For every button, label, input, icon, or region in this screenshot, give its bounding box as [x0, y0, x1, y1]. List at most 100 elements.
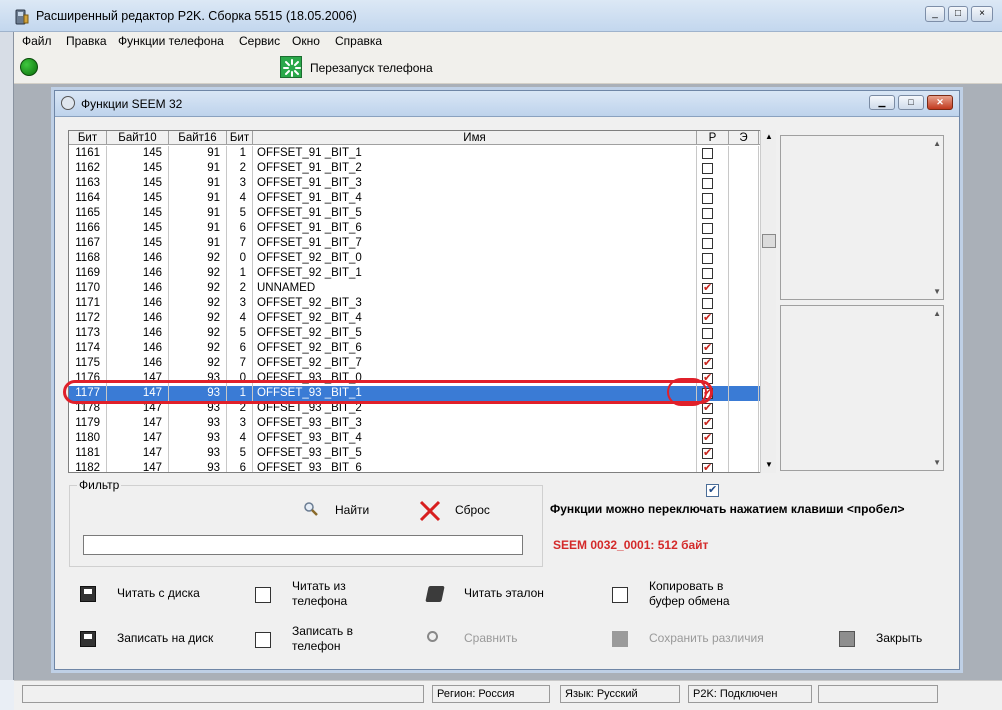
- row-checkbox[interactable]: [702, 386, 713, 401]
- restart-icon[interactable]: [280, 56, 302, 78]
- seem-functions-window: Функции SEEM 32 ▁ □ ✕ Бит Байт10 Байт16 …: [54, 90, 960, 670]
- col-p[interactable]: Р: [697, 131, 729, 145]
- cell-byte16: 93: [169, 386, 227, 401]
- grid-scrollbar[interactable]: ▲ ▼: [760, 130, 776, 473]
- row-checkbox[interactable]: [702, 223, 713, 234]
- row-checkbox[interactable]: [702, 253, 713, 264]
- table-row[interactable]: 1166 145 91 6 OFFSET_91 _BIT_6: [69, 221, 773, 236]
- panel2-down-arrow-icon[interactable]: ▼: [933, 458, 941, 467]
- menu-file[interactable]: Файл: [22, 34, 52, 48]
- table-row[interactable]: 1171 146 92 3 OFFSET_92 _BIT_3: [69, 296, 773, 311]
- table-row[interactable]: 1178 147 93 2 OFFSET_93 _BIT_2: [69, 401, 773, 416]
- cell-name: OFFSET_91 _BIT_5: [253, 206, 697, 221]
- table-row[interactable]: 1169 146 92 1 OFFSET_92 _BIT_1: [69, 266, 773, 281]
- cell-byte16: 92: [169, 296, 227, 311]
- row-checkbox[interactable]: [702, 178, 713, 189]
- table-row[interactable]: 1181 147 93 5 OFFSET_93 _BIT_5: [69, 446, 773, 461]
- row-checkbox[interactable]: [702, 446, 713, 461]
- maximize-button[interactable]: □: [948, 6, 968, 22]
- close-icon[interactable]: [417, 498, 443, 524]
- col-name[interactable]: Имя: [253, 131, 697, 145]
- row-checkbox[interactable]: [702, 298, 713, 309]
- row-checkbox[interactable]: [702, 356, 713, 371]
- col-e[interactable]: Э: [729, 131, 759, 145]
- menu-edit[interactable]: Правка: [66, 34, 107, 48]
- menu-help[interactable]: Справка: [335, 34, 382, 48]
- row-checkbox[interactable]: [702, 208, 713, 219]
- table-row[interactable]: 1180 147 93 4 OFFSET_93 _BIT_4: [69, 431, 773, 446]
- table-row[interactable]: 1175 146 92 7 OFFSET_92 _BIT_7: [69, 356, 773, 371]
- row-checkbox[interactable]: [702, 371, 713, 386]
- cell-byte16: 92: [169, 266, 227, 281]
- find-button[interactable]: Найти: [335, 503, 369, 517]
- row-checkbox[interactable]: [702, 431, 713, 446]
- table-row[interactable]: 1168 146 92 0 OFFSET_92 _BIT_0: [69, 251, 773, 266]
- row-checkbox[interactable]: [702, 461, 713, 472]
- cell-bit: 1176: [69, 371, 107, 386]
- restart-phone-button[interactable]: Перезапуск телефона: [310, 61, 433, 75]
- row-checkbox[interactable]: [702, 401, 713, 416]
- table-row[interactable]: 1176 147 93 0 OFFSET_93 _BIT_0: [69, 371, 773, 386]
- cell-bit: 1162: [69, 161, 107, 176]
- col-byte10[interactable]: Байт10: [107, 131, 169, 145]
- row-checkbox[interactable]: [702, 268, 713, 279]
- cell-byte10: 146: [107, 341, 169, 356]
- table-row[interactable]: 1162 145 91 2 OFFSET_91 _BIT_2: [69, 161, 773, 176]
- table-row[interactable]: 1163 145 91 3 OFFSET_91 _BIT_3: [69, 176, 773, 191]
- scroll-up-icon[interactable]: ▲: [765, 132, 773, 141]
- panel-down-arrow-icon[interactable]: ▼: [933, 287, 941, 296]
- table-row[interactable]: 1173 146 92 5 OFFSET_92 _BIT_5: [69, 326, 773, 341]
- table-row[interactable]: 1177 147 93 1 OFFSET_93 _BIT_1: [69, 386, 773, 401]
- row-checkbox[interactable]: [702, 148, 713, 159]
- close-window-button[interactable]: ×: [971, 6, 993, 22]
- row-checkbox[interactable]: [702, 163, 713, 174]
- cell-e: [729, 281, 759, 296]
- table-row[interactable]: 1182 147 93 6 OFFSET_93 _BIT_6: [69, 461, 773, 472]
- menu-service[interactable]: Сервис: [239, 34, 280, 48]
- cell-bit: 1165: [69, 206, 107, 221]
- col-bit[interactable]: Бит: [69, 131, 107, 145]
- minimize-button[interactable]: _: [925, 6, 945, 22]
- cell-bit: 1169: [69, 266, 107, 281]
- table-row[interactable]: 1179 147 93 3 OFFSET_93 _BIT_3: [69, 416, 773, 431]
- child-close-button[interactable]: ✕: [927, 95, 953, 110]
- panel-up-arrow-icon[interactable]: ▲: [933, 139, 941, 148]
- cell-byte10: 146: [107, 281, 169, 296]
- cell-byte10: 147: [107, 386, 169, 401]
- col-byte16[interactable]: Байт16: [169, 131, 227, 145]
- reset-button[interactable]: Сброс: [455, 503, 490, 517]
- scroll-thumb[interactable]: [762, 234, 776, 248]
- child-maximize-button[interactable]: □: [898, 95, 924, 110]
- child-minimize-button[interactable]: ▁: [869, 95, 895, 110]
- table-row[interactable]: 1172 146 92 4 OFFSET_92 _BIT_4: [69, 311, 773, 326]
- table-row[interactable]: 1170 146 92 2 UNNAMED: [69, 281, 773, 296]
- space-toggle-checkbox[interactable]: [706, 483, 719, 497]
- search-icon[interactable]: [303, 501, 319, 517]
- row-checkbox[interactable]: [702, 311, 713, 326]
- read-phone-label-1: Читать из: [292, 579, 346, 593]
- col-bit-index[interactable]: Бит: [227, 131, 253, 145]
- seem-info-label: SEEM 0032_0001: 512 байт: [553, 538, 709, 552]
- row-checkbox[interactable]: [702, 328, 713, 339]
- table-row[interactable]: 1164 145 91 4 OFFSET_91 _BIT_4: [69, 191, 773, 206]
- row-checkbox[interactable]: [702, 341, 713, 356]
- menu-window[interactable]: Окно: [292, 34, 320, 48]
- cell-byte16: 92: [169, 311, 227, 326]
- row-checkbox[interactable]: [702, 193, 713, 204]
- table-row[interactable]: 1167 145 91 7 OFFSET_91 _BIT_7: [69, 236, 773, 251]
- cell-byte10: 147: [107, 461, 169, 472]
- filter-input[interactable]: [83, 535, 523, 555]
- row-checkbox[interactable]: [702, 281, 713, 296]
- cell-byte10: 145: [107, 176, 169, 191]
- table-row[interactable]: 1161 145 91 1 OFFSET_91 _BIT_1: [69, 146, 773, 161]
- row-checkbox[interactable]: [702, 238, 713, 249]
- bits-grid[interactable]: Бит Байт10 Байт16 Бит Имя Р Э 1161 145 91 1…: [68, 130, 774, 473]
- row-checkbox[interactable]: [702, 416, 713, 431]
- panel2-up-arrow-icon[interactable]: ▲: [933, 309, 941, 318]
- table-row[interactable]: 1174 146 92 6 OFFSET_92 _BIT_6: [69, 341, 773, 356]
- cell-bit: 1182: [69, 461, 107, 472]
- menu-phone-functions[interactable]: Функции телефона: [118, 34, 224, 48]
- table-row[interactable]: 1165 145 91 5 OFFSET_91 _BIT_5: [69, 206, 773, 221]
- scroll-down-icon[interactable]: ▼: [765, 460, 773, 469]
- cell-e: [729, 176, 759, 191]
